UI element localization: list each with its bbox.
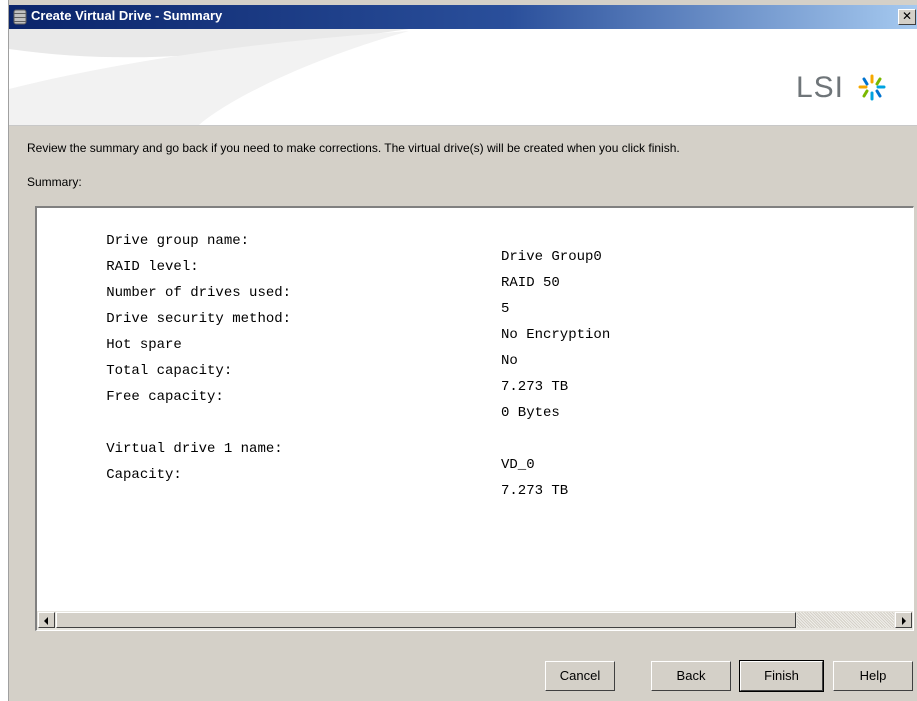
database-icon: [13, 9, 27, 25]
row-value: Drive Group0: [501, 249, 602, 265]
logo-text: LSI: [795, 71, 844, 104]
row-value: 7.273 TB: [501, 379, 569, 395]
scroll-left-button[interactable]: [38, 612, 55, 628]
row-value: RAID 50: [501, 275, 560, 291]
dialog-window: Create Virtual Drive - Summary ✕ LSI Rev…: [8, 0, 917, 701]
horizontal-scrollbar[interactable]: [37, 611, 913, 630]
row-value: 5: [501, 301, 510, 317]
scroll-thumb[interactable]: [56, 612, 796, 628]
scroll-track[interactable]: [797, 612, 894, 628]
row-label: Free capacity:: [106, 389, 224, 405]
intro-text: Review the summary and go back if you ne…: [27, 141, 680, 155]
row-value: 0 Bytes: [501, 405, 560, 421]
back-button[interactable]: Back: [651, 661, 731, 691]
summary-label: Summary:: [27, 175, 82, 189]
arrow-left-icon: [44, 617, 48, 625]
window-title: Create Virtual Drive - Summary: [31, 8, 223, 23]
cancel-button[interactable]: Cancel: [545, 661, 615, 691]
row-label: Capacity:: [106, 467, 182, 483]
summary-textbox[interactable]: Drive group name: Drive Group0 RAID leve…: [35, 206, 914, 631]
close-icon: ✕: [901, 9, 913, 23]
row-value: No: [501, 353, 518, 369]
row-value: VD_0: [501, 457, 535, 473]
scroll-right-button[interactable]: [895, 612, 912, 628]
title-bar[interactable]: Create Virtual Drive - Summary ✕: [9, 5, 917, 29]
banner-swoosh: [9, 29, 409, 125]
row-value: No Encryption: [501, 327, 611, 343]
lsi-starburst-icon: [858, 74, 886, 101]
row-value: 7.273 TB: [501, 483, 569, 499]
finish-button[interactable]: Finish: [739, 660, 824, 692]
summary-row: Capacity: 7.273 TB: [39, 451, 568, 515]
header-banner: LSI: [9, 29, 917, 126]
arrow-right-icon: [902, 617, 906, 625]
help-button[interactable]: Help: [833, 661, 913, 691]
close-button[interactable]: ✕: [898, 9, 916, 25]
